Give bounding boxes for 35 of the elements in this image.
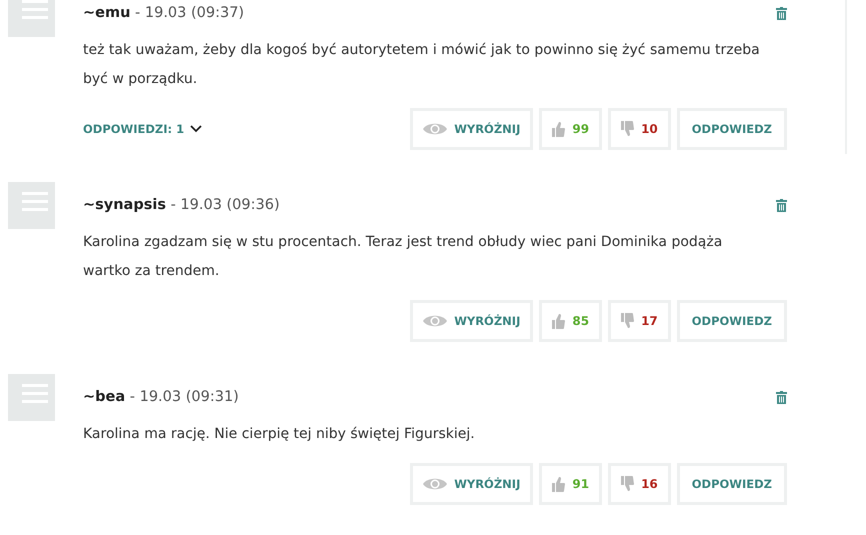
thumbs-up-icon <box>552 121 566 137</box>
eye-icon <box>423 477 448 491</box>
highlight-button[interactable]: WYRÓŻNIJ <box>410 300 534 342</box>
thumbs-down-icon <box>621 121 634 137</box>
comment-text: też tak uważam, żeby dla kogoś być autorytetem i mówić jak to powinno się żyć samemu trzeba być w porządku. <box>83 41 761 89</box>
reply-button[interactable]: ODPOWIEDZ <box>676 108 787 150</box>
comment-meta: ~synapsis - 19.03 (09:36) <box>83 197 280 213</box>
comment-text: Karolina ma rację. Nie cierpię tej niby świętej Figurskiej. <box>83 425 476 444</box>
like-button[interactable]: 99 <box>539 108 602 150</box>
avatar-icon <box>5 182 55 229</box>
eye-icon <box>423 314 448 328</box>
trash-icon[interactable] <box>776 198 787 212</box>
highlight-button[interactable]: WYRÓŻNIJ <box>410 108 534 150</box>
comment-text: Karolina zgadzam się w stu procentach. Teraz jest trend obłudy wiec pani Dominika podąża wartko za trendem. <box>83 233 724 281</box>
thumbs-down-icon <box>621 313 634 329</box>
like-button[interactable]: 91 <box>539 463 602 505</box>
reply-button[interactable]: ODPOWIEDZ <box>676 300 787 342</box>
dislike-button[interactable]: 17 <box>608 300 671 342</box>
thumbs-down-icon <box>621 476 634 492</box>
eye-icon <box>423 122 448 136</box>
avatar-icon <box>5 374 55 421</box>
comment-meta: ~emu - 19.03 (09:37) <box>83 5 244 21</box>
thumbs-up-icon <box>552 476 566 492</box>
dislike-button[interactable]: 16 <box>608 463 671 505</box>
avatar-icon <box>5 0 55 37</box>
comment-meta: ~bea - 19.03 (09:31) <box>83 389 239 405</box>
like-button[interactable]: 85 <box>539 300 602 342</box>
thumbs-up-icon <box>552 313 566 329</box>
trash-icon[interactable] <box>776 390 787 404</box>
dislike-button[interactable]: 10 <box>608 108 671 150</box>
chevron-icon <box>190 125 202 133</box>
reply-button[interactable]: ODPOWIEDZ <box>676 463 787 505</box>
replies-toggle[interactable]: ODPOWIEDZI: 1 <box>83 122 202 136</box>
highlight-button[interactable]: WYRÓŻNIJ <box>410 463 534 505</box>
trash-icon[interactable] <box>776 6 787 20</box>
